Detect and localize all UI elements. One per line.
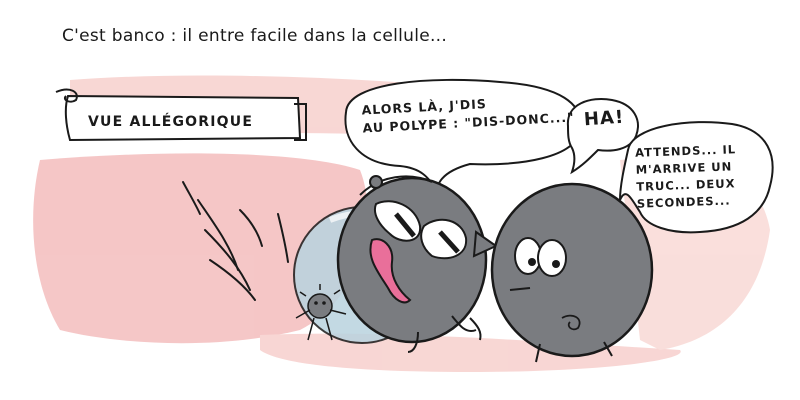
narration-caption: C'est banco : il entre facile dans la ce… <box>62 26 448 46</box>
exclamation-text: HA! <box>583 106 625 131</box>
comic-panel: C'est banco : il entre facile dans la ce… <box>0 0 800 400</box>
speech-text-cell: ATTENDS... IL M'ARRIVE UN TRUC... DEUX S… <box>635 141 738 212</box>
banner-label: VUE ALLÉGORIQUE <box>88 114 254 130</box>
cell-creature <box>490 182 654 363</box>
speech-line: SECONDES... <box>636 193 731 211</box>
